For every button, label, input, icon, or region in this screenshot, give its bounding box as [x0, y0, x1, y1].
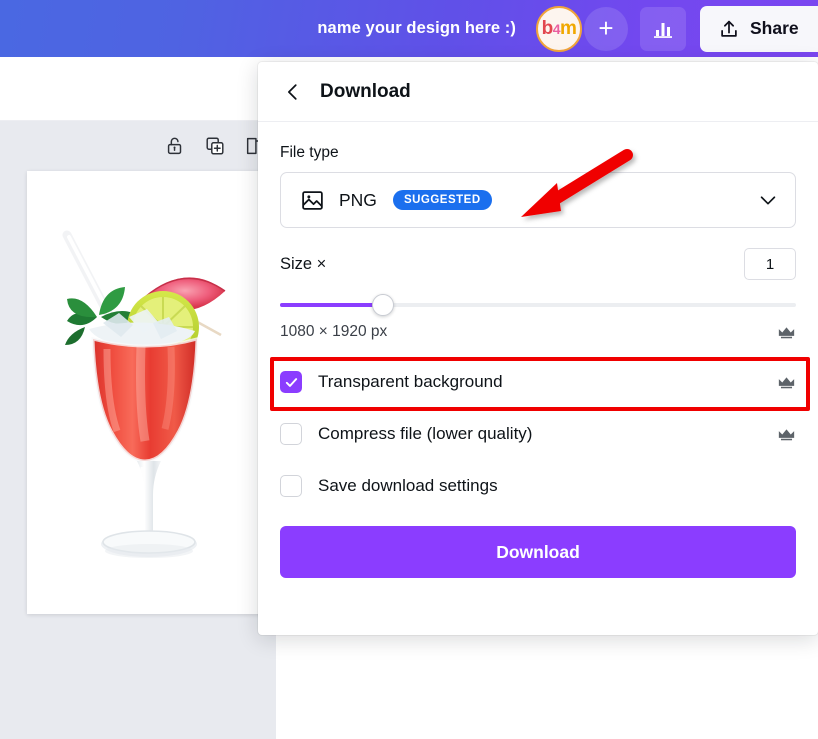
cocktail-image[interactable]	[45, 199, 253, 599]
bar-chart-icon	[654, 22, 672, 38]
design-page-card[interactable]	[27, 171, 270, 614]
slider-thumb[interactable]	[372, 294, 395, 316]
size-label: Size ×	[280, 254, 327, 273]
compress-file-label: Compress file (lower quality)	[318, 424, 533, 443]
transparent-background-label: Transparent background	[318, 372, 503, 391]
avatar-logo: b4m	[542, 18, 577, 40]
page-toolbar	[0, 121, 276, 171]
suggested-badge: SUGGESTED	[392, 190, 492, 210]
save-download-settings-label: Save download settings	[318, 476, 498, 495]
crown-icon	[776, 424, 796, 444]
dimensions-text: 1080 × 1920 px	[280, 323, 388, 340]
crown-icon	[776, 372, 796, 392]
save-download-settings-checkbox[interactable]	[280, 475, 302, 497]
size-input[interactable]: 1	[744, 248, 796, 280]
option-save-download-settings[interactable]: Save download settings	[280, 460, 796, 512]
canva-editor-screen: name your design here :) b4m + Share Dow…	[0, 0, 818, 739]
panel-header: Download	[258, 62, 818, 122]
unlock-glyph	[167, 137, 182, 155]
size-slider[interactable]	[280, 292, 796, 318]
chevron-left-icon[interactable]	[280, 79, 306, 105]
upload-icon	[721, 20, 737, 37]
file-type-label: File type	[280, 144, 339, 161]
add-collaborator-button[interactable]: +	[584, 6, 628, 51]
slider-fill	[280, 303, 384, 307]
editor-toolbar-strip	[0, 57, 276, 121]
duplicate-icon[interactable]	[202, 133, 228, 159]
transparent-background-checkbox[interactable]	[280, 371, 302, 393]
panel-body: File type PNG SUGGESTED Size × 1 1080 × …	[258, 122, 818, 578]
insights-button[interactable]	[640, 6, 686, 51]
chevron-left-glyph	[288, 83, 297, 100]
crown-glyph	[778, 376, 794, 388]
crown-icon	[776, 322, 796, 342]
share-button[interactable]: Share	[700, 5, 818, 52]
check-icon	[285, 377, 297, 387]
size-row: Size × 1	[280, 248, 796, 280]
top-bar: name your design here :) b4m + Share	[0, 0, 818, 57]
chevron-down-icon[interactable]	[757, 189, 779, 211]
avatar-letter-3: m	[560, 17, 577, 39]
dimensions-row: 1080 × 1920 px	[280, 322, 796, 342]
file-type-value: PNG	[339, 189, 377, 210]
avatar[interactable]: b4m	[536, 5, 582, 52]
unlock-icon[interactable]	[162, 133, 188, 159]
image-file-glyph	[301, 190, 323, 210]
design-title[interactable]: name your design here :)	[317, 19, 516, 38]
canvas-area: + Add page	[0, 121, 276, 739]
compress-file-checkbox[interactable]	[280, 423, 302, 445]
download-button[interactable]: Download	[280, 526, 796, 578]
option-compress-file[interactable]: Compress file (lower quality)	[280, 408, 796, 460]
crown-glyph	[778, 428, 794, 440]
option-transparent-background[interactable]: Transparent background	[280, 356, 796, 408]
editor-left-area: + Add page	[0, 57, 276, 739]
share-label: Share	[750, 18, 799, 38]
download-panel: Download File type PNG SUGGESTED Size × …	[258, 62, 818, 635]
chevron-down-glyph	[760, 196, 776, 205]
download-button-label: Download	[496, 541, 580, 562]
duplicate-glyph	[206, 137, 224, 155]
crown-glyph	[778, 326, 794, 338]
avatar-letter-1: b	[541, 17, 554, 39]
plus-icon: +	[598, 13, 614, 43]
avatar-letter-2: 4	[552, 20, 561, 37]
file-type-select[interactable]: PNG SUGGESTED	[280, 172, 796, 228]
panel-title: Download	[320, 80, 411, 102]
image-file-icon	[299, 187, 325, 213]
